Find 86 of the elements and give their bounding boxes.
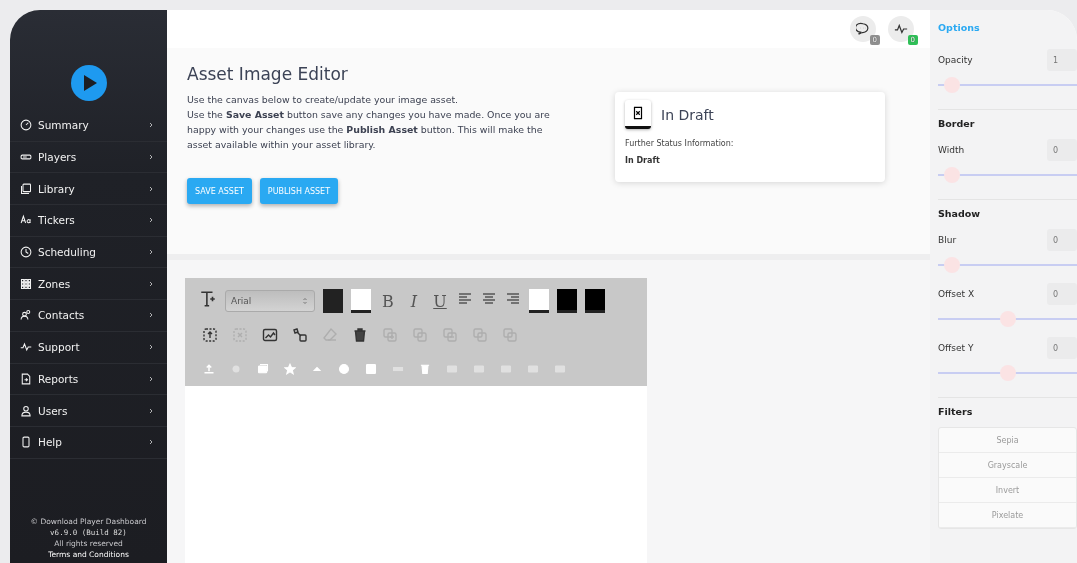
trash-icon [352, 327, 368, 343]
play-logo [69, 64, 108, 102]
image-icon [262, 327, 278, 343]
save-button[interactable]: SAVE ASSET [187, 178, 252, 204]
intro-text: Use the Save Asset button save any changes you have made. Once you are happy with your changes use the Publish Asset button. This will make the asset available within your asset library. [187, 108, 551, 152]
layers-icon [502, 327, 518, 343]
chevron-icon [147, 438, 155, 447]
status-label: Further Status Information: [625, 139, 735, 148]
intro-text: Use the canvas below to create/update your image asset. [187, 93, 460, 107]
slider-thumb[interactable] [944, 257, 961, 273]
color-swatch[interactable] [557, 289, 577, 313]
value-field[interactable]: 0 [1047, 229, 1077, 251]
chevron-icon [147, 153, 155, 162]
layers-icon [382, 327, 398, 343]
option-label: Width [938, 145, 965, 155]
value-field[interactable]: 0 [1047, 283, 1077, 305]
chevron-icon [147, 343, 155, 352]
chevron-icon [147, 216, 155, 225]
slider-thumb[interactable] [999, 311, 1016, 327]
upload-icon [202, 363, 215, 375]
chevron-icon [147, 248, 155, 257]
clock-icon [20, 246, 32, 259]
dot-icon [229, 363, 242, 375]
option-label: Opacity [938, 55, 973, 65]
trash-icon [418, 363, 431, 375]
chevron-icon [147, 184, 155, 193]
color-swatch[interactable] [529, 289, 549, 313]
gauge-icon [20, 119, 32, 132]
status-title: In Draft [661, 106, 714, 123]
chevron-icon [147, 311, 155, 320]
grid-icon [20, 277, 32, 290]
color-swatch[interactable] [585, 289, 605, 313]
option-label: Blur [938, 235, 957, 245]
color-swatch[interactable] [351, 289, 371, 313]
pulse-icon [894, 22, 908, 36]
document-icon [20, 372, 32, 385]
chevron-icon [147, 279, 155, 288]
eraser-icon [322, 327, 338, 343]
bar-icon [445, 363, 458, 375]
drawing-canvas[interactable] [185, 386, 647, 563]
value-field[interactable]: 0 [1047, 139, 1077, 161]
option-label: Offset X [938, 289, 975, 299]
shapes-icon [292, 327, 308, 343]
align-icon [505, 291, 521, 307]
add-text-icon [199, 290, 217, 308]
chevron-icon [147, 406, 155, 415]
star-icon [283, 363, 296, 375]
layers-icon [472, 327, 488, 343]
user-icon [20, 404, 32, 417]
layers-icon [442, 327, 458, 343]
stack-icon [20, 182, 32, 195]
value-field[interactable]: 1 [1047, 49, 1077, 71]
chevron-icon [147, 374, 155, 383]
align-icon [457, 291, 473, 307]
text-box-icon [232, 327, 248, 343]
status-value: In Draft [625, 156, 661, 165]
page-title: Asset Image Editor [187, 64, 349, 84]
circle-icon [337, 363, 350, 375]
layers-icon [412, 327, 428, 343]
value-field[interactable]: 0 [1047, 337, 1077, 359]
slider-thumb[interactable] [944, 77, 961, 93]
square-icon [364, 363, 377, 375]
bar-icon [499, 363, 512, 375]
bar-icon [472, 363, 485, 375]
option-label: Offset Y [938, 343, 974, 353]
picture-icon [256, 363, 269, 375]
align-icon [481, 291, 497, 307]
chevron-icon [147, 121, 155, 130]
slider-thumb[interactable] [999, 365, 1016, 381]
text-style-button[interactable]: I [405, 291, 423, 311]
text-box-icon [202, 327, 218, 343]
options-title: Options [938, 22, 981, 33]
color-swatch[interactable] [323, 289, 343, 313]
slider-thumb[interactable] [944, 167, 961, 183]
bar-icon [526, 363, 539, 375]
people-icon [20, 309, 32, 322]
document-icon [631, 106, 645, 120]
font-select[interactable]: Arial [225, 290, 315, 312]
text-style-button[interactable]: U [431, 291, 449, 311]
bar-icon [553, 363, 566, 375]
updown-icon [301, 297, 309, 305]
publish-button[interactable]: PUBLISH ASSET [259, 178, 339, 204]
pulse-icon [20, 341, 32, 354]
chat-icon [856, 22, 870, 36]
phone-icon [20, 436, 32, 449]
text-style-button[interactable]: B [379, 291, 397, 311]
